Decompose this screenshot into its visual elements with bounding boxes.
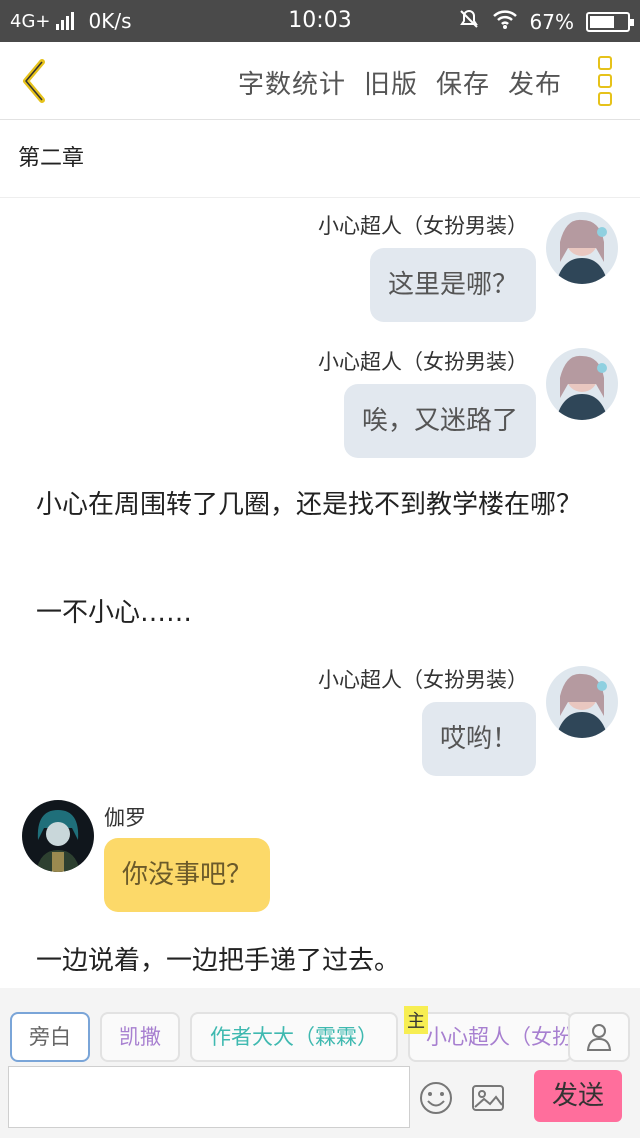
send-button[interactable]: 发送 xyxy=(534,1070,622,1122)
publish-button[interactable]: 发布 xyxy=(508,64,562,101)
mute-icon xyxy=(458,8,480,35)
story-feed[interactable]: 小心超人（女扮男装） 这里是哪？ 小心超人（女扮男装） 唉，又迷路了 小心在周围… xyxy=(0,198,640,988)
back-chevron-icon[interactable] xyxy=(14,56,54,106)
avatar[interactable] xyxy=(546,212,618,284)
speaker-name: 小心超人（女扮男装） xyxy=(318,668,528,692)
chapter-title[interactable]: 第二章 xyxy=(0,120,640,198)
person-icon[interactable] xyxy=(568,1012,630,1062)
message-input[interactable] xyxy=(8,1066,410,1128)
old-version-button[interactable]: 旧版 xyxy=(364,64,418,101)
composer-bar: 旁白 凯撒 作者大大（霖霖） 小心超人（女扮男装） 主 发送 xyxy=(0,988,640,1138)
role-selector: 旁白 凯撒 作者大大（霖霖） 小心超人（女扮男装） xyxy=(0,1012,640,1062)
narration-text[interactable]: 小心在周围转了几圈，还是找不到教学楼在哪？ xyxy=(36,486,606,524)
speech-bubble[interactable]: 你没事吧？ xyxy=(104,838,271,912)
avatar[interactable] xyxy=(546,666,618,738)
editor-toolbar: 字数统计 旧版 保存 发布 xyxy=(0,42,640,120)
narration-text[interactable]: 一不小心…… xyxy=(36,594,606,632)
battery-percent: 67% xyxy=(529,9,574,34)
speech-bubble[interactable]: 这里是哪？ xyxy=(369,248,536,322)
speaker-name: 小心超人（女扮男装） xyxy=(318,350,528,374)
main-role-tag: 主 xyxy=(404,1006,428,1034)
speaker-name: 伽罗 xyxy=(104,806,146,830)
role-chip-kaisa[interactable]: 凯撒 xyxy=(100,1012,180,1062)
role-chip-author[interactable]: 作者大大（霖霖） xyxy=(190,1012,398,1062)
avatar[interactable] xyxy=(546,348,618,420)
battery-icon xyxy=(586,11,634,32)
save-button[interactable]: 保存 xyxy=(436,64,490,101)
chat-message-left[interactable]: 伽罗 你没事吧？ xyxy=(0,794,640,914)
toolbar-actions: 字数统计 旧版 保存 发布 xyxy=(238,64,562,101)
speech-bubble[interactable]: 哎哟！ xyxy=(421,702,536,776)
role-chip-narration[interactable]: 旁白 xyxy=(10,1012,90,1062)
speech-bubble[interactable]: 唉，又迷路了 xyxy=(343,384,536,458)
status-bar: 4G+ 0K/s 10:03 67% xyxy=(0,0,640,42)
word-count-button[interactable]: 字数统计 xyxy=(238,64,346,101)
narration-text[interactable]: 一边说着，一边把手递了过去。 xyxy=(36,942,606,980)
speaker-name: 小心超人（女扮男装） xyxy=(318,214,528,238)
image-icon[interactable] xyxy=(470,1080,506,1116)
emoji-icon[interactable] xyxy=(418,1080,454,1116)
more-vertical-icon[interactable] xyxy=(598,56,614,106)
avatar[interactable] xyxy=(22,800,94,872)
role-chip-main[interactable]: 小心超人（女扮男装） xyxy=(408,1012,572,1062)
wifi-icon xyxy=(492,8,518,35)
